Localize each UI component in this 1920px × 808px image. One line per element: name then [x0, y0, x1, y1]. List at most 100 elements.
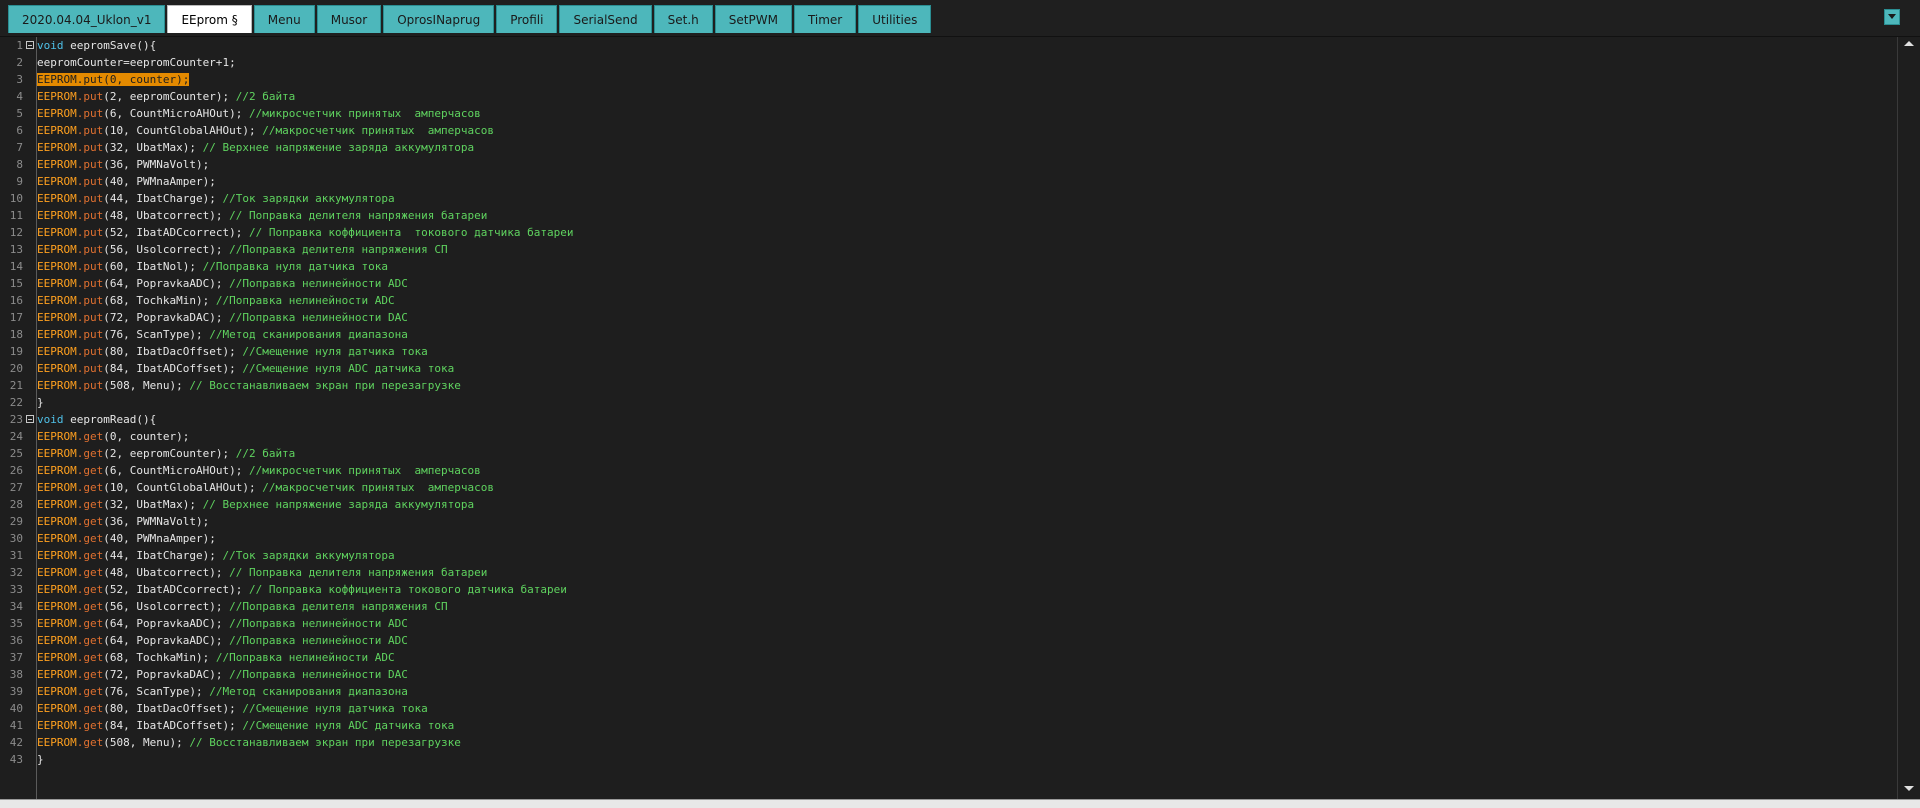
code-token: EEPROM	[37, 90, 77, 103]
code-token: EEPROM	[37, 736, 77, 749]
code-line[interactable]: void eepromRead(){	[37, 411, 156, 428]
code-line[interactable]: EEPROM.put(2, eepromCounter); //2 байта	[37, 88, 295, 105]
tab-timer[interactable]: Timer	[793, 5, 857, 33]
code-line[interactable]: EEPROM.get(508, Menu); // Восстанавливае…	[37, 734, 461, 751]
code-line[interactable]: EEPROM.get(36, PWMNaVolt);	[37, 513, 209, 530]
line-number: 39	[9, 685, 23, 698]
code-token: EEPROM	[37, 481, 77, 494]
code-line[interactable]: EEPROM.put(44, IbatCharge); //Ток зарядк…	[37, 190, 395, 207]
code-line[interactable]: EEPROM.get(10, CountGlobalAHOut); //макр…	[37, 479, 494, 496]
code-token: .get	[76, 498, 104, 511]
code-line[interactable]: EEPROM.get(0, counter);	[37, 428, 189, 445]
code-token: .get	[76, 532, 104, 545]
code-token: EEPROM	[37, 158, 77, 171]
code-line[interactable]: EEPROM.get(84, IbatADCoffset); //Смещени…	[37, 717, 454, 734]
scroll-up-arrow-icon[interactable]	[1904, 41, 1914, 46]
code-line[interactable]: EEPROM.get(68, TochkaMin); //Поправка не…	[37, 649, 395, 666]
code-line[interactable]: EEPROM.get(48, Ubatcorrect); // Поправка…	[37, 564, 487, 581]
code-token: .get	[76, 430, 104, 443]
code-token: //микросчетчик принятых амперчасов	[248, 464, 481, 477]
line-number: 7	[16, 141, 23, 154]
code-line[interactable]: EEPROM.put(32, UbatMax); // Верхнее напр…	[37, 139, 474, 156]
code-line[interactable]: EEPROM.put(52, IbatADCcorrect); // Попра…	[37, 224, 573, 241]
code-token: //Смещение нуля датчика тока	[242, 345, 428, 358]
code-token: .get	[76, 668, 104, 681]
code-line[interactable]: EEPROM.get(76, ScanType); //Метод сканир…	[37, 683, 408, 700]
fold-toggle-icon[interactable]	[26, 415, 34, 423]
code-line[interactable]: eepromCounter=eepromCounter+1;	[37, 54, 236, 71]
code-line[interactable]: EEPROM.put(76, ScanType); //Метод сканир…	[37, 326, 408, 343]
scroll-down-arrow-icon[interactable]	[1904, 786, 1914, 791]
code-token: EEPROM	[37, 583, 77, 596]
code-token: (64, PopravkaADC);	[103, 617, 230, 630]
code-line[interactable]: EEPROM.get(32, UbatMax); // Верхнее напр…	[37, 496, 474, 513]
line-number: 14	[9, 260, 23, 273]
code-token: .put	[76, 90, 104, 103]
tab-eeprom[interactable]: EEprom §	[167, 5, 252, 33]
code-line[interactable]: EEPROM.put(56, Usolcorrect); //Поправка …	[37, 241, 448, 258]
code-line[interactable]: EEPROM.put(68, TochkaMin); //Поправка не…	[37, 292, 395, 309]
tab-2020-04-04-uklon-v1[interactable]: 2020.04.04_Uklon_v1	[8, 5, 166, 33]
code-token: //Поправка делителя напряжения СП	[229, 600, 448, 613]
code-token: eepromRead(){	[63, 413, 157, 426]
code-line[interactable]: EEPROM.put(36, PWMNaVolt);	[37, 156, 209, 173]
tab-setpwm[interactable]: SetPWM	[714, 5, 792, 33]
code-line[interactable]: EEPROM.get(44, IbatCharge); //Ток зарядк…	[37, 547, 395, 564]
line-number: 31	[9, 549, 23, 562]
code-token: (76, ScanType);	[103, 328, 210, 341]
line-number: 37	[9, 651, 23, 664]
fold-toggle-icon[interactable]	[26, 41, 34, 49]
code-line[interactable]: EEPROM.get(56, Usolcorrect); //Поправка …	[37, 598, 448, 615]
code-line[interactable]: EEPROM.put(64, PopravkaADC); //Поправка …	[37, 275, 408, 292]
code-line[interactable]: EEPROM.put(72, PopravkaDAC); //Поправка …	[37, 309, 408, 326]
code-line[interactable]: EEPROM.put(0, counter);	[37, 71, 190, 88]
code-area[interactable]: void eepromSave(){eepromCounter=eepromCo…	[37, 37, 1898, 799]
code-line[interactable]: EEPROM.get(52, IbatADCcorrect); // Попра…	[37, 581, 567, 598]
tab-menu[interactable]: Menu	[253, 5, 315, 33]
code-token: .get	[76, 566, 104, 579]
code-token: .get	[76, 651, 104, 664]
tab-musor[interactable]: Musor	[316, 5, 382, 33]
code-token: }	[37, 396, 44, 409]
code-token: EEPROM	[37, 651, 77, 664]
code-line[interactable]: EEPROM.put(508, Menu); // Восстанавливае…	[37, 377, 461, 394]
code-line[interactable]: EEPROM.put(48, Ubatcorrect); // Поправка…	[37, 207, 487, 224]
code-line[interactable]: EEPROM.get(80, IbatDacOffset); //Смещени…	[37, 700, 428, 717]
code-token: EEPROM	[37, 447, 77, 460]
code-token: EEPROM	[37, 532, 77, 545]
code-line[interactable]: EEPROM.get(64, PopravkaADC); //Поправка …	[37, 632, 408, 649]
code-line[interactable]: EEPROM.put(60, IbatNol); //Поправка нуля…	[37, 258, 388, 275]
code-line[interactable]: EEPROM.put(84, IbatADCoffset); //Смещени…	[37, 360, 454, 377]
tab-set-h[interactable]: Set.h	[653, 5, 713, 33]
code-token: .get	[76, 736, 104, 749]
vertical-scrollbar[interactable]	[1897, 37, 1920, 799]
code-token: //Метод сканирования диапазона	[209, 328, 408, 341]
code-token: .get	[76, 617, 104, 630]
code-line[interactable]: EEPROM.get(2, eepromCounter); //2 байта	[37, 445, 295, 462]
tab-utilities[interactable]: Utilities	[858, 5, 932, 33]
code-line[interactable]: EEPROM.get(72, PopravkaDAC); //Поправка …	[37, 666, 408, 683]
code-line[interactable]: }	[37, 394, 44, 411]
code-token: (80, IbatDacOffset);	[103, 702, 243, 715]
code-line[interactable]: EEPROM.get(6, CountMicroAHOut); //микрос…	[37, 462, 481, 479]
line-number: 34	[9, 600, 23, 613]
tab-menu-button[interactable]	[1884, 9, 1900, 25]
code-line[interactable]: EEPROM.put(80, IbatDacOffset); //Смещени…	[37, 343, 428, 360]
code-line[interactable]: EEPROM.put(40, PWMnaAmper);	[37, 173, 216, 190]
code-line[interactable]: void eepromSave(){	[37, 37, 156, 54]
code-line[interactable]: EEPROM.put(10, CountGlobalAHOut); //макр…	[37, 122, 494, 139]
code-editor[interactable]: 1 2 3 4 5 6 7 8 9 10 11 12 13 14 15 16 17 18 19 20 21 22 23 24 2…	[0, 37, 1920, 799]
code-line[interactable]: EEPROM.get(64, PopravkaADC); //Поправка …	[37, 615, 408, 632]
tab-oprosinaprug[interactable]: OprosINaprug	[383, 5, 495, 33]
code-line[interactable]: EEPROM.put(6, CountMicroAHOut); //микрос…	[37, 105, 481, 122]
tab-serialsend[interactable]: SerialSend	[559, 5, 652, 33]
code-token: .put	[76, 328, 104, 341]
code-token: eepromSave(){	[63, 39, 157, 52]
code-line[interactable]: EEPROM.get(40, PWMnaAmper);	[37, 530, 216, 547]
code-line[interactable]: }	[37, 751, 44, 768]
tab-profili[interactable]: Profili	[496, 5, 558, 33]
code-token: EEPROM	[37, 311, 77, 324]
line-number: 23	[9, 413, 23, 426]
code-token: //2 байта	[235, 447, 296, 460]
code-token: .put	[76, 141, 104, 154]
